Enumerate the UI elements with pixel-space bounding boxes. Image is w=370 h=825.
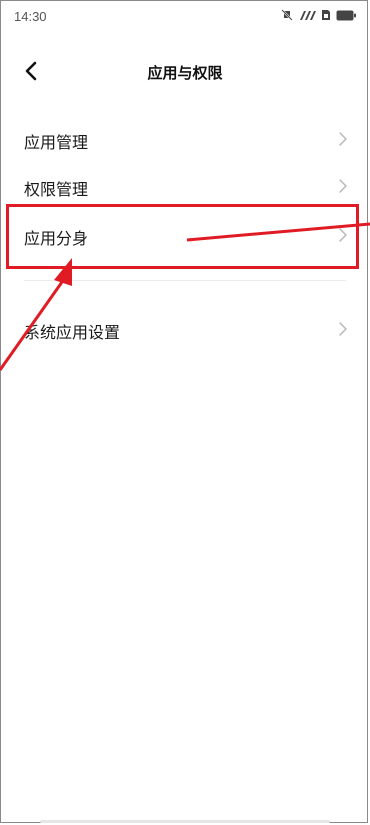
menu-item-permission-management[interactable]: 权限管理 (0, 163, 370, 209)
menu-item-app-clone[interactable]: 应用分身 (0, 212, 370, 258)
chevron-right-icon (338, 227, 348, 243)
sim-icon (321, 9, 331, 21)
menu-item-label: 应用分身 (24, 229, 89, 248)
title-bar: 应用与权限 (0, 52, 370, 92)
menu-item-system-app-settings[interactable]: 系统应用设置 (0, 306, 370, 352)
battery-icon (336, 10, 356, 21)
chevron-right-icon (338, 321, 348, 337)
menu-item-label: 应用管理 (24, 133, 89, 152)
chevron-right-icon (338, 131, 348, 147)
annotation-arrowhead (54, 258, 72, 286)
section-divider (24, 280, 346, 281)
menu-item-label: 权限管理 (24, 180, 89, 199)
home-indicator[interactable] (40, 820, 330, 823)
chevron-right-icon (338, 178, 348, 194)
status-time: 14:30 (14, 9, 47, 24)
page-title: 应用与权限 (147, 64, 223, 82)
menu-item-app-management[interactable]: 应用管理 (0, 116, 370, 162)
signal-icon (298, 10, 316, 21)
status-bar: 14:30 (0, 0, 370, 34)
status-icons (281, 9, 356, 21)
menu-item-label: 系统应用设置 (24, 323, 121, 342)
silent-icon (281, 9, 293, 21)
